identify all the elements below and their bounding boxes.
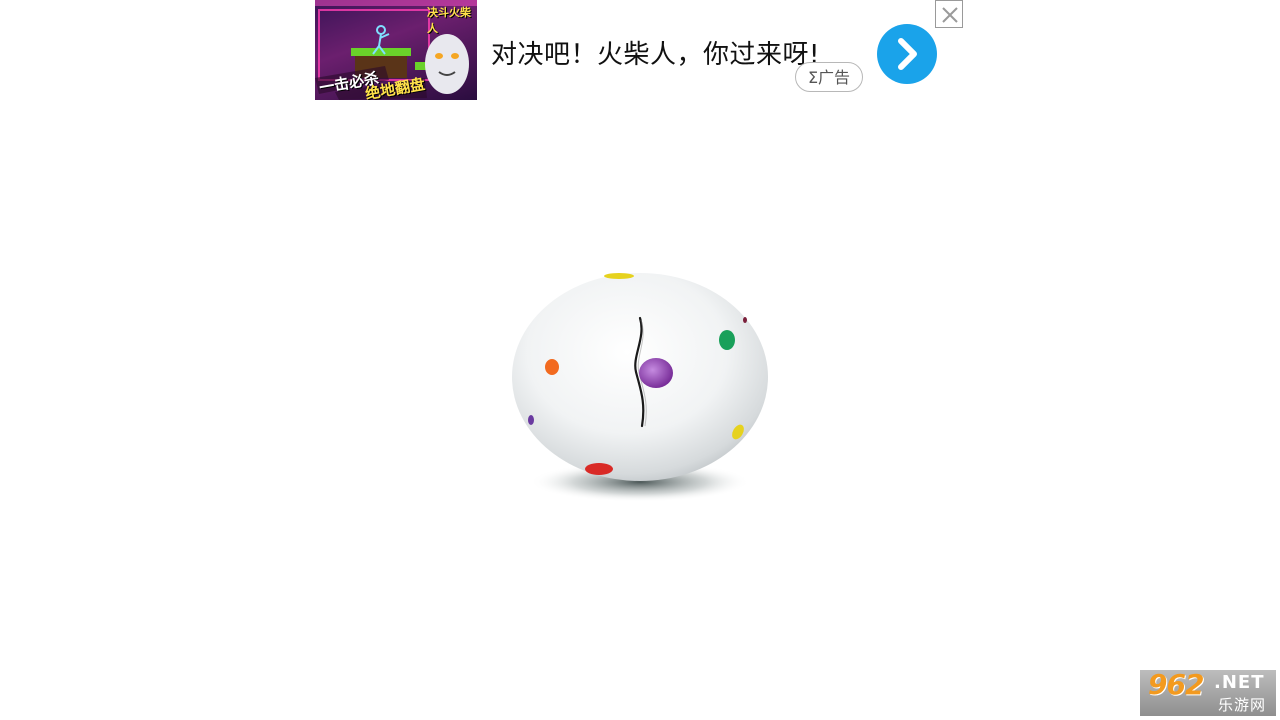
hatching-egg[interactable] (500, 260, 780, 510)
chevron-right-icon (898, 38, 917, 70)
close-icon (942, 7, 958, 23)
egg-spot-red (585, 463, 613, 475)
ad-thumbnail-logo: 决斗火柴人 (427, 6, 471, 35)
egg-spot-green (719, 330, 735, 350)
egg-spot-dark-small (743, 317, 747, 323)
ad-close-button[interactable] (935, 0, 963, 28)
egg-spot-violet-small (528, 415, 534, 425)
watermark-number: 962 (1148, 670, 1204, 701)
ad-banner[interactable]: 决斗火柴人 一击必杀 绝地翻盘 对决吧！火柴人，你过来呀! Σ广告 (315, 0, 965, 100)
egg-spot-orange (545, 359, 559, 375)
game-screen: 决斗火柴人 一击必杀 绝地翻盘 对决吧！火柴人，你过来呀! Σ广告 962 .N… (0, 0, 1280, 720)
watermark-domain: .NET (1214, 672, 1265, 693)
watermark-subtitle: 乐游网 (1218, 696, 1267, 714)
egg-spot-yellow-top (604, 273, 634, 279)
ad-headline[interactable]: 对决吧！火柴人，你过来呀! (491, 34, 820, 71)
watermark-logo: 962 .NET 乐游网 (1140, 670, 1276, 716)
ad-thumbnail[interactable]: 决斗火柴人 一击必杀 绝地翻盘 (315, 0, 477, 100)
ad-go-button[interactable] (877, 24, 937, 84)
ad-badge: Σ广告 (795, 62, 863, 92)
egg-spot-purple (639, 358, 673, 388)
